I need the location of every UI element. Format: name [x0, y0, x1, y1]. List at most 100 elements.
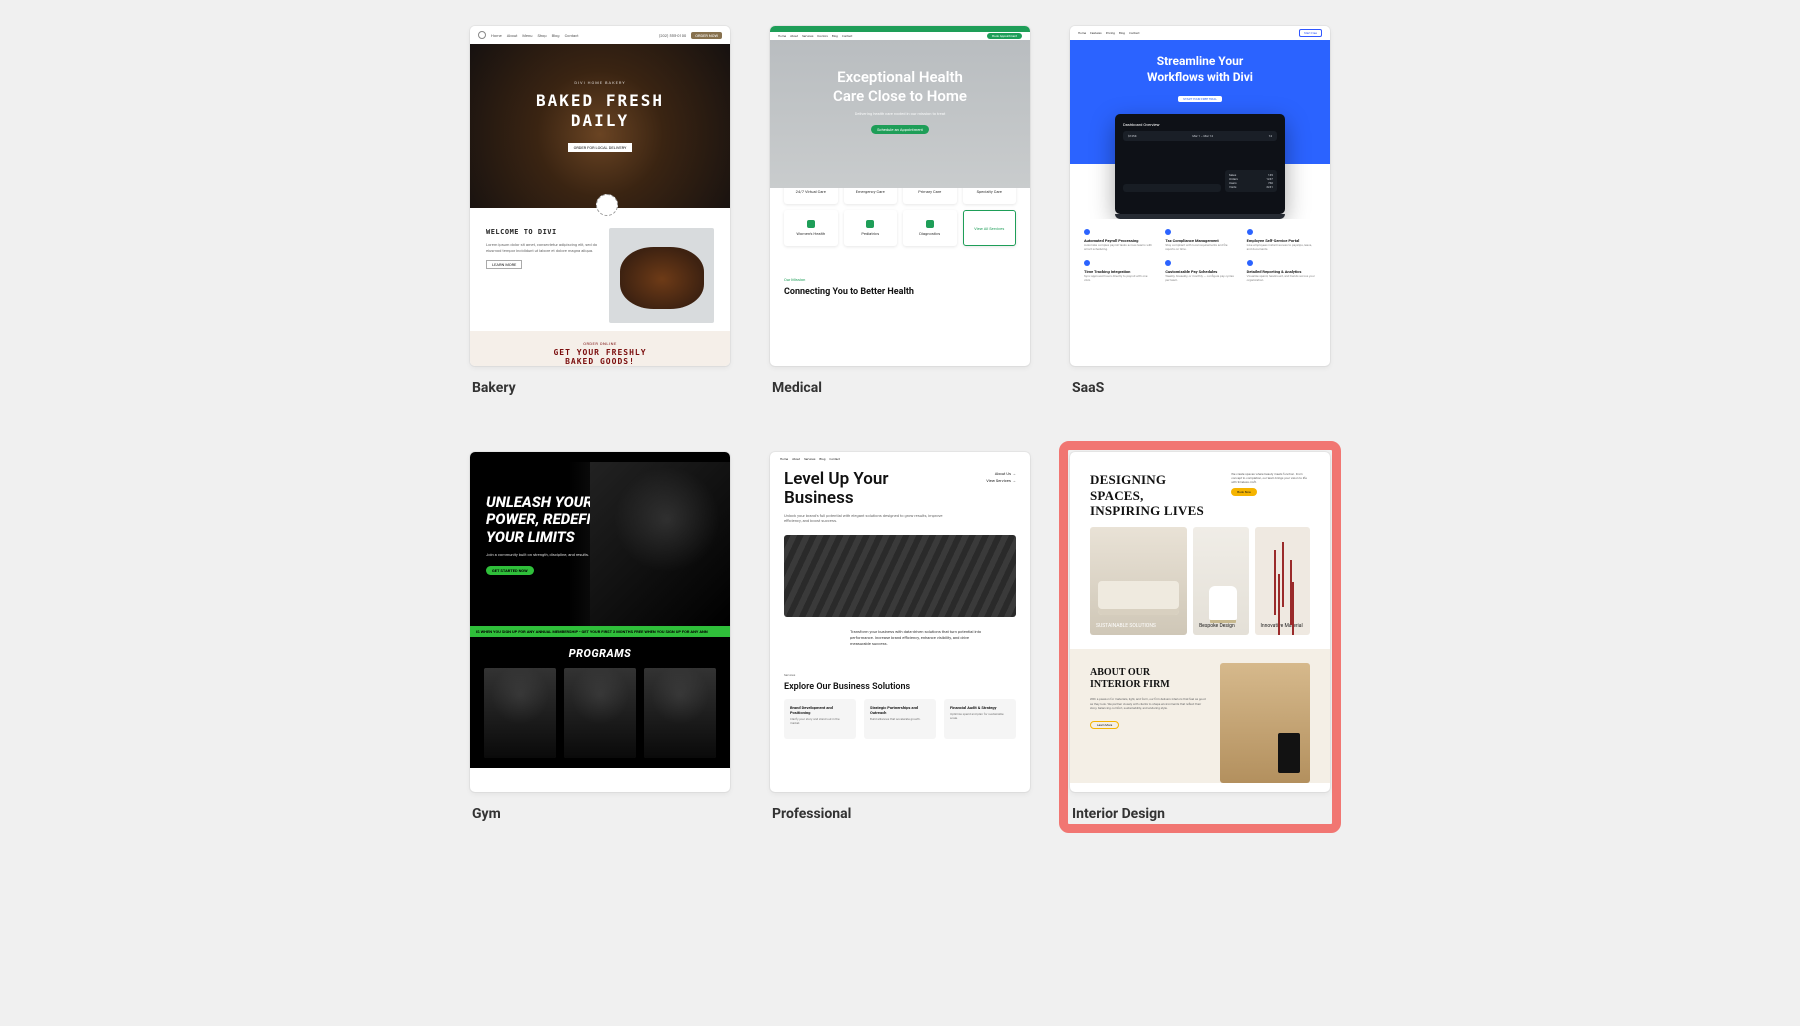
feature-item: Employee Self-Service PortalGive employe…	[1247, 229, 1316, 251]
promo-eyebrow: ORDER ONLINE	[480, 341, 720, 346]
programs: PROGRAMS FITNESS WEIGHT YOGA	[470, 637, 730, 768]
program-tile: WEIGHT	[564, 668, 636, 758]
hero-sub: Join a community built on strength, disc…	[486, 552, 626, 557]
thumb-topbar: Home About Menu Shop Blog Contact (202) …	[470, 26, 730, 44]
nav-item: Contact	[1129, 31, 1140, 35]
nav-item: Doctors	[817, 34, 827, 38]
thumb-topbar: Home About Services Blog Contact	[770, 452, 1030, 466]
promo-banner: IS WHEN YOU SIGN UP FOR ANY ANNUAL MEMBE…	[470, 626, 730, 637]
programs-title: PROGRAMS	[484, 647, 716, 660]
hero-links: About Us → View Services →	[986, 470, 1016, 523]
hero-title: Level Up Your Business	[784, 470, 954, 507]
about-cta: Learn More	[1090, 721, 1119, 729]
thumb-hero: DIVI HOME BAKERY BAKED FRESH DAILY ORDER…	[470, 44, 730, 208]
template-cell-gym: UNLEASH YOUR POWER, REDEFINE YOUR LIMITS…	[470, 452, 730, 822]
thumb-connect: Our Mission Connecting You to Better Hea…	[770, 256, 1030, 299]
hero-tile: SUSTAINABLE SOLUTIONS	[1090, 527, 1187, 635]
feature-item: Customizable Pay SchedulesWeekly, biweek…	[1165, 260, 1234, 282]
service-card: Pediatrics	[844, 210, 898, 246]
connect-title: Connecting You to Better Health	[784, 287, 1016, 299]
thumb-topbar	[1070, 452, 1330, 464]
solution-card: Brand Development and PositioningClarify…	[784, 699, 856, 739]
about-title: ABOUT OUR INTERIOR FIRM	[1090, 667, 1206, 692]
laptop-mock: Dashboard Overview $125K Mar 1 – Mar 14 …	[1115, 114, 1285, 219]
service-card: Women's Health	[784, 210, 838, 246]
hero-sub: Unlock your brand's full potential with …	[784, 513, 954, 523]
nav-item: Home	[780, 457, 788, 461]
hero-tile: Bespoke Design	[1193, 527, 1248, 635]
service-cards-row2: Women's Health Pediatrics Diagnostics Vi…	[770, 204, 1030, 256]
dash-days: 14	[1269, 134, 1272, 138]
nav-item: Home	[1078, 31, 1086, 35]
nav-item: Pricing	[1106, 31, 1115, 35]
dash-kpi: $125K	[1128, 134, 1137, 138]
about-copy: With a passion for materials, light, and…	[1090, 697, 1206, 711]
thumb-hero: UNLEASH YOUR POWER, REDEFINE YOUR LIMITS…	[470, 462, 730, 626]
thumb-about: ABOUT OUR INTERIOR FIRM With a passion f…	[1070, 649, 1330, 783]
nav-item: Contact	[565, 33, 579, 38]
thumb-promo: ORDER ONLINE GET YOUR FRESHLY BAKED GOOD…	[470, 331, 730, 366]
nav-item: Services	[802, 34, 813, 38]
template-cell-bakery: Home About Menu Shop Blog Contact (202) …	[470, 26, 730, 396]
feature-item: Automated Payroll ProcessingAutomate com…	[1084, 229, 1153, 251]
bullet-icon	[1165, 229, 1171, 235]
dash-chart: Sales145 Orders1247 Users760 Visits3241	[1123, 146, 1277, 192]
thumb-hero: Exceptional Health Care Close to Home De…	[770, 40, 1030, 188]
template-thumbnail-saas[interactable]: Home Features Pricing Blog Contact Start…	[1070, 26, 1330, 366]
feature-item: Tax Compliance ManagementStay compliant …	[1165, 229, 1234, 251]
template-label: Bakery	[470, 380, 730, 396]
about-image	[1220, 663, 1310, 783]
nav-item: About	[507, 33, 518, 38]
nav-item: Contact	[829, 457, 840, 461]
hero-title: UNLEASH YOUR POWER, REDEFINE YOUR LIMITS	[486, 494, 730, 546]
feature-item: Time Tracking IntegrationSync approved h…	[1084, 260, 1153, 282]
hero-cta: Schedule an Appointment	[871, 125, 929, 134]
explore-eyebrow: Services	[784, 673, 795, 677]
hero-title: BAKED FRESH DAILY	[470, 91, 730, 131]
hero-eyebrow: DIVI HOME BAKERY	[470, 80, 730, 85]
thumb-hero: Level Up Your Business Unlock your brand…	[770, 466, 1030, 529]
explore: Services Explore Our Business Solutions	[770, 657, 1030, 693]
service-icon	[866, 220, 874, 228]
stamp-icon	[596, 194, 618, 216]
hero-side: We create spaces where beauty meets func…	[1231, 472, 1310, 519]
nav-item: Home	[491, 33, 502, 38]
order-button: ORDER NOW	[691, 32, 722, 39]
hero-tiles: SUSTAINABLE SOLUTIONS Bespoke Design Inn…	[1070, 519, 1330, 649]
hero-title: Exceptional Health Care Close to Home	[770, 68, 1030, 106]
template-thumbnail-medical[interactable]: Home About Services Doctors Blog Contact…	[770, 26, 1030, 366]
nav-item: About	[792, 457, 800, 461]
feature-grid: Automated Payroll ProcessingAutomate com…	[1070, 219, 1330, 292]
service-card: Diagnostics	[903, 210, 957, 246]
template-label: Medical	[770, 380, 1030, 396]
nav-item: Blog	[552, 33, 560, 38]
template-thumbnail-gym[interactable]: UNLEASH YOUR POWER, REDEFINE YOUR LIMITS…	[470, 452, 730, 792]
thumb-welcome: WELCOME TO DIVI Lorem ipsum dolor sit am…	[470, 216, 730, 331]
thumb-topbar: Home About Services Doctors Blog Contact…	[770, 32, 1030, 40]
program-tile: YOGA	[644, 668, 716, 758]
hero-title: DESIGNING SPACES, INSPIRING LIVES	[1090, 472, 1221, 519]
logo-icon	[478, 31, 486, 39]
view-all-card: View All Services	[963, 210, 1017, 246]
nav-item: Blog	[819, 457, 825, 461]
service-icon	[926, 220, 934, 228]
nav-item: Blog	[1119, 31, 1125, 35]
hero-cta: GET STARTED NOW	[486, 566, 534, 575]
nav-item: Features	[1090, 31, 1102, 35]
connect-eyebrow: Our Mission	[784, 277, 805, 282]
hero-side-copy: We create spaces where beauty meets func…	[1231, 472, 1310, 484]
bullet-icon	[1084, 229, 1090, 235]
bullet-icon	[1247, 229, 1253, 235]
dash-kpi-row: $125K Mar 1 – Mar 14 14	[1123, 131, 1277, 141]
nav-item: Shop	[537, 33, 546, 38]
hero-sub: Delivering health care rooted in our mis…	[770, 111, 1030, 116]
welcome-copy: Lorem ipsum dolor sit amet, consectetur …	[486, 242, 599, 254]
template-thumbnail-interior[interactable]: DESIGNING SPACES, INSPIRING LIVES We cre…	[1070, 452, 1330, 792]
dash-range: Mar 1 – Mar 14	[1192, 134, 1213, 138]
template-thumbnail-bakery[interactable]: Home About Menu Shop Blog Contact (202) …	[470, 26, 730, 366]
solution-card: Strategic Partnerships and OutreachBuild…	[864, 699, 936, 739]
explore-title: Explore Our Business Solutions	[784, 682, 1016, 693]
solutions: Brand Development and PositioningClarify…	[770, 699, 1030, 751]
template-cell-interior: DESIGNING SPACES, INSPIRING LIVES We cre…	[1070, 452, 1330, 822]
template-thumbnail-professional[interactable]: Home About Services Blog Contact Level U…	[770, 452, 1030, 792]
